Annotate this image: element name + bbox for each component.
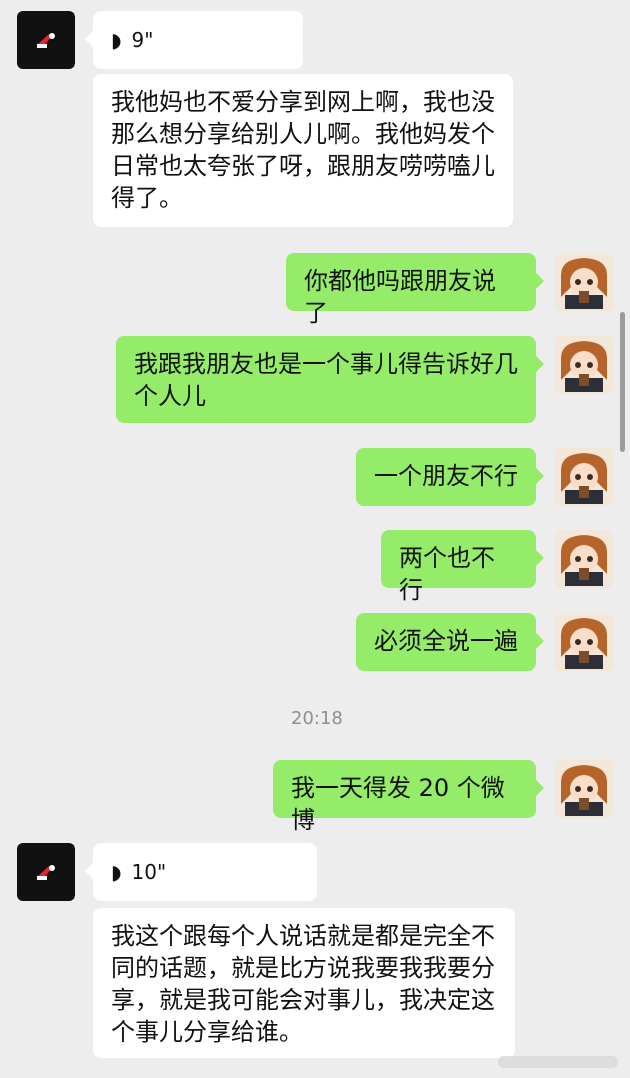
message-text: 我跟我朋友也是一个事儿得告诉好几个人儿	[134, 350, 518, 410]
message-text: 两个也不行	[399, 544, 495, 604]
scrollbar[interactable]	[620, 312, 625, 452]
outgoing-text-bubble[interactable]: 两个也不行	[381, 530, 544, 604]
anime-girl-avatar	[555, 336, 613, 394]
anime-girl-avatar	[555, 760, 613, 818]
outgoing-text-bubble[interactable]: 我跟我朋友也是一个事儿得告诉好几个人儿	[116, 336, 544, 423]
message-text: 必须全说一遍	[374, 627, 518, 655]
anime-girl-avatar	[555, 613, 613, 671]
voice-message-bubble[interactable]: ◗ 10"	[85, 843, 317, 901]
my-avatar[interactable]	[555, 253, 613, 311]
my-avatar[interactable]	[555, 336, 613, 394]
voice-wave-icon: ◗	[111, 860, 122, 884]
voice-duration: 10"	[131, 860, 167, 884]
voice-wave-icon: ◗	[111, 28, 122, 52]
message-text: 一个朋友不行	[374, 462, 518, 490]
message-timestamp: 20:18	[291, 708, 343, 729]
my-avatar[interactable]	[555, 760, 613, 818]
message-text: 我他妈也不爱分享到网上啊，我也没那么想分享给别人儿啊。我他妈发个日常也太夸张了呀…	[111, 88, 495, 212]
outgoing-text-bubble[interactable]: 我一天得发 20 个微博	[273, 760, 544, 834]
voice-duration: 9"	[131, 28, 154, 52]
contact-avatar[interactable]	[17, 843, 75, 901]
outgoing-text-bubble[interactable]: 必须全说一遍	[356, 613, 544, 671]
message-text: 我一天得发 20 个微博	[291, 774, 505, 834]
anime-girl-avatar	[555, 448, 613, 506]
my-avatar[interactable]	[555, 530, 613, 588]
santa-hat-icon	[37, 865, 55, 880]
my-avatar[interactable]	[555, 613, 613, 671]
outgoing-text-bubble[interactable]: 你都他吗跟朋友说了	[286, 253, 544, 327]
message-text: 我这个跟每个人说话就是都是完全不同的话题，就是比方说我要我我要分享，就是我可能会…	[111, 922, 495, 1046]
santa-hat-icon	[37, 33, 55, 48]
incoming-text-bubble[interactable]: 我这个跟每个人说话就是都是完全不同的话题，就是比方说我要我我要分享，就是我可能会…	[93, 908, 515, 1058]
message-text: 你都他吗跟朋友说了	[304, 267, 496, 327]
incoming-text-bubble[interactable]: 我他妈也不爱分享到网上啊，我也没那么想分享给别人儿啊。我他妈发个日常也太夸张了呀…	[93, 74, 513, 227]
anime-girl-avatar	[555, 253, 613, 311]
contact-avatar[interactable]	[17, 11, 75, 69]
voice-message-bubble[interactable]: ◗ 9"	[85, 11, 303, 69]
outgoing-text-bubble[interactable]: 一个朋友不行	[356, 448, 544, 506]
watermark	[498, 1056, 618, 1068]
my-avatar[interactable]	[555, 448, 613, 506]
anime-girl-avatar	[555, 530, 613, 588]
